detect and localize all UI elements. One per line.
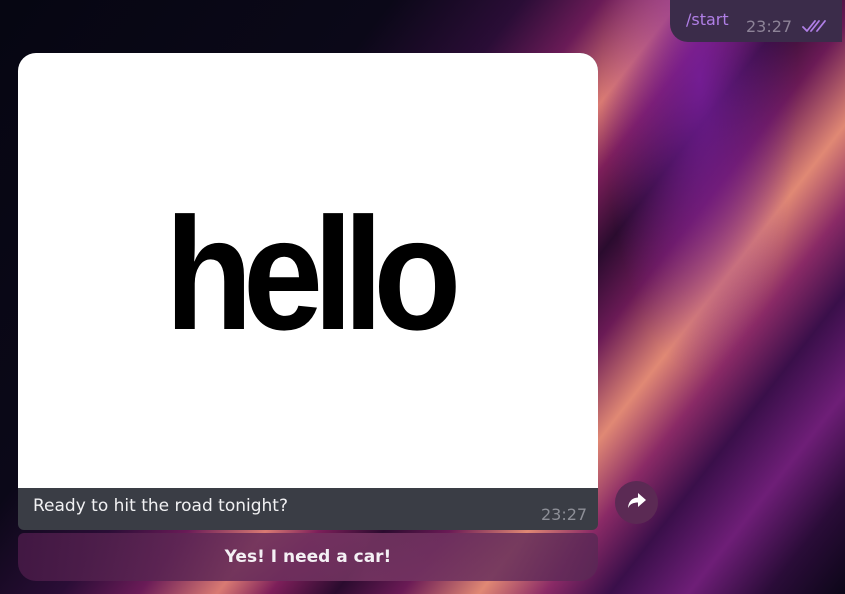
outgoing-message-text: /start bbox=[686, 10, 729, 29]
forward-arrow-icon bbox=[627, 492, 647, 514]
message-caption: Ready to hit the road tonight? bbox=[33, 496, 288, 516]
message-time: 23:27 bbox=[541, 505, 588, 524]
outgoing-message-time: 23:27 bbox=[746, 17, 793, 36]
inline-keyboard-button[interactable]: Yes! I need a car! bbox=[18, 533, 598, 581]
outgoing-message: /start 23:27 bbox=[670, 0, 842, 42]
forward-button[interactable] bbox=[615, 481, 658, 524]
incoming-photo-message: hello Ready to hit the road tonight? 23:… bbox=[18, 53, 598, 530]
message-photo[interactable]: hello bbox=[18, 53, 598, 488]
photo-text: hello bbox=[164, 183, 461, 363]
inline-keyboard-button-label: Yes! I need a car! bbox=[224, 547, 392, 567]
double-check-icon bbox=[802, 18, 828, 38]
